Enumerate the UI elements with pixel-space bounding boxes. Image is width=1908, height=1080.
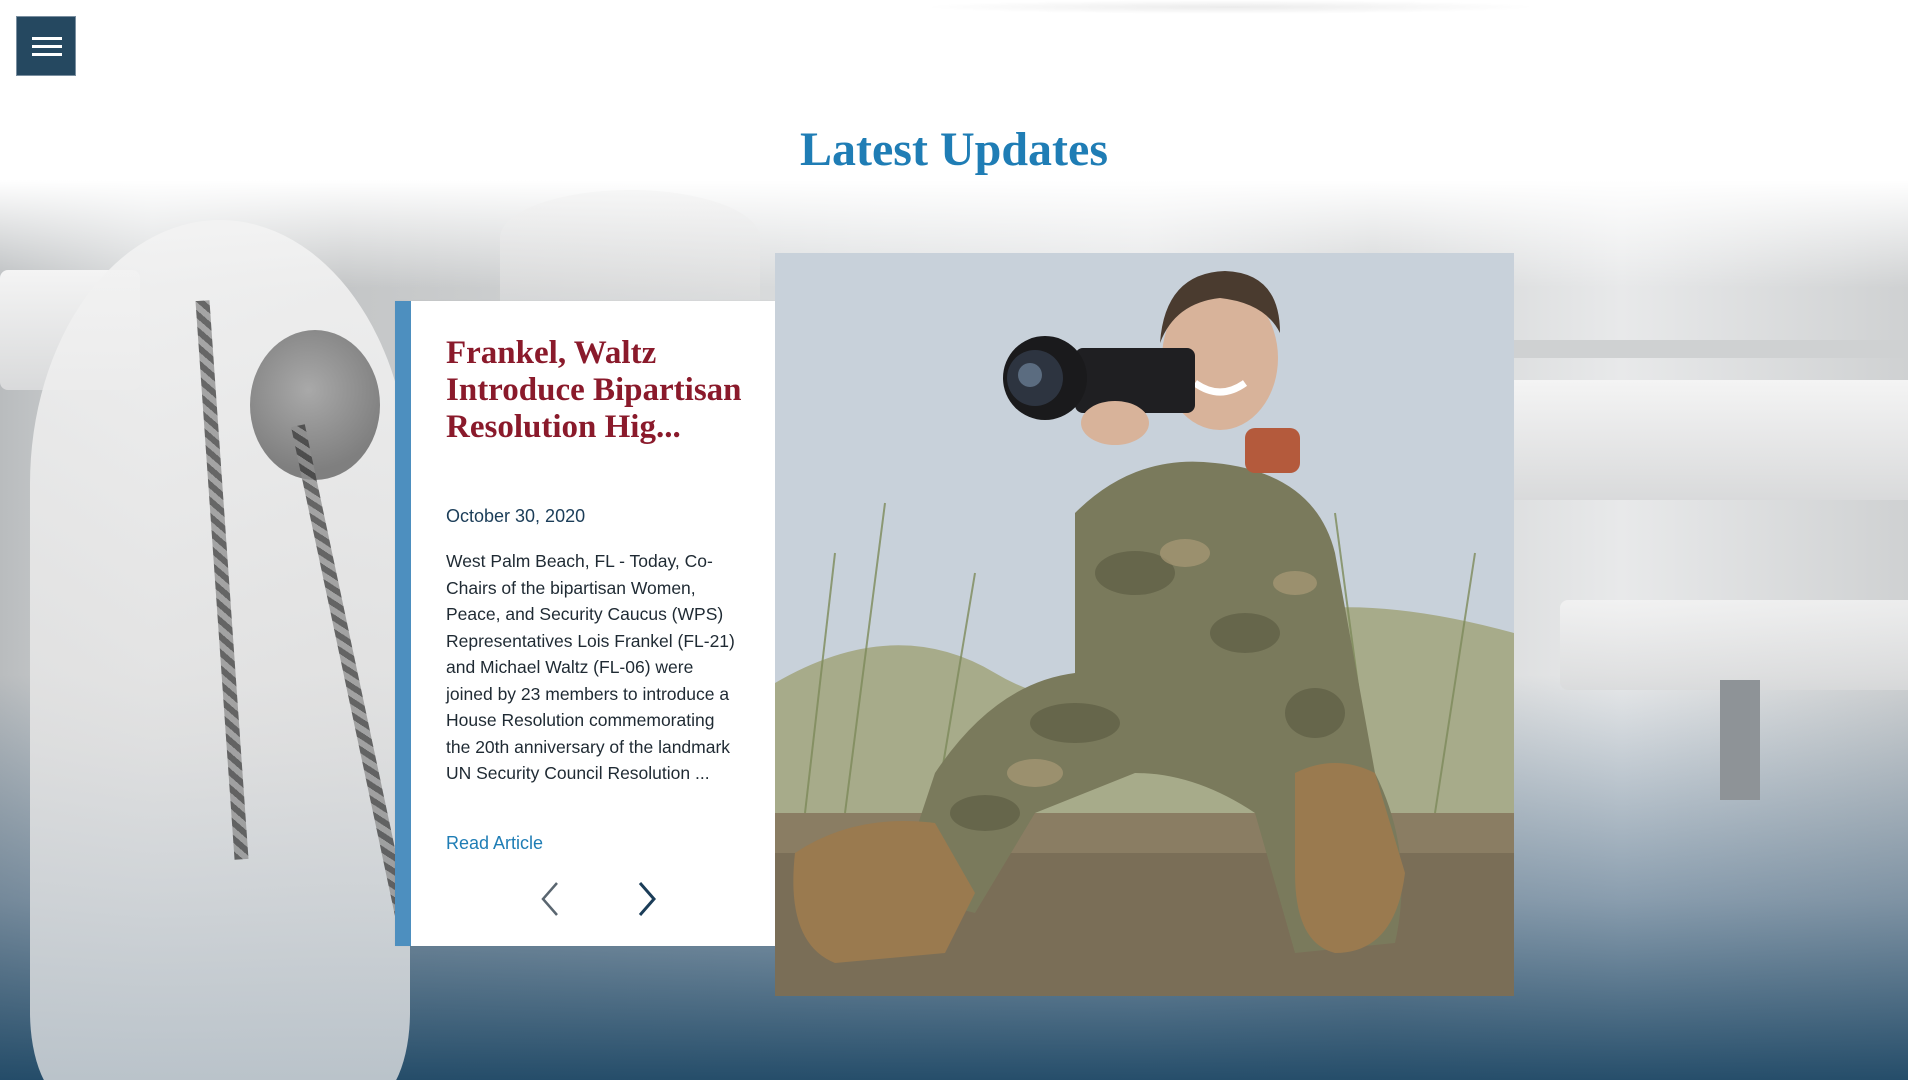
read-article-link[interactable]: Read Article	[446, 833, 543, 854]
article-image	[775, 253, 1514, 996]
article-date: October 30, 2020	[446, 506, 586, 526]
menu-button[interactable]	[16, 16, 76, 76]
carousel-next-button[interactable]	[626, 877, 666, 921]
background-bed	[1560, 600, 1908, 690]
article-card: Frankel, Waltz Introduce Bipartisan Reso…	[395, 301, 775, 946]
header-shadow	[920, 0, 1540, 14]
article-title[interactable]: Frankel, Waltz Introduce Bipartisan Reso…	[446, 335, 746, 446]
article-excerpt: West Palm Beach, FL - Today, Co-Chairs o…	[446, 551, 735, 783]
page: Latest Updates Frankel, Waltz Introduce …	[0, 0, 1908, 1080]
background-bed-rail	[1510, 340, 1908, 358]
background-figure-face	[250, 330, 380, 480]
carousel-prev-button[interactable]	[531, 877, 571, 921]
article-photo-illustration	[775, 253, 1514, 996]
chevron-right-icon	[638, 882, 656, 916]
section-title: Latest Updates	[800, 123, 1108, 176]
background-bed	[1500, 380, 1908, 500]
background-bed-leg	[1720, 680, 1760, 800]
chevron-left-icon	[541, 882, 558, 916]
